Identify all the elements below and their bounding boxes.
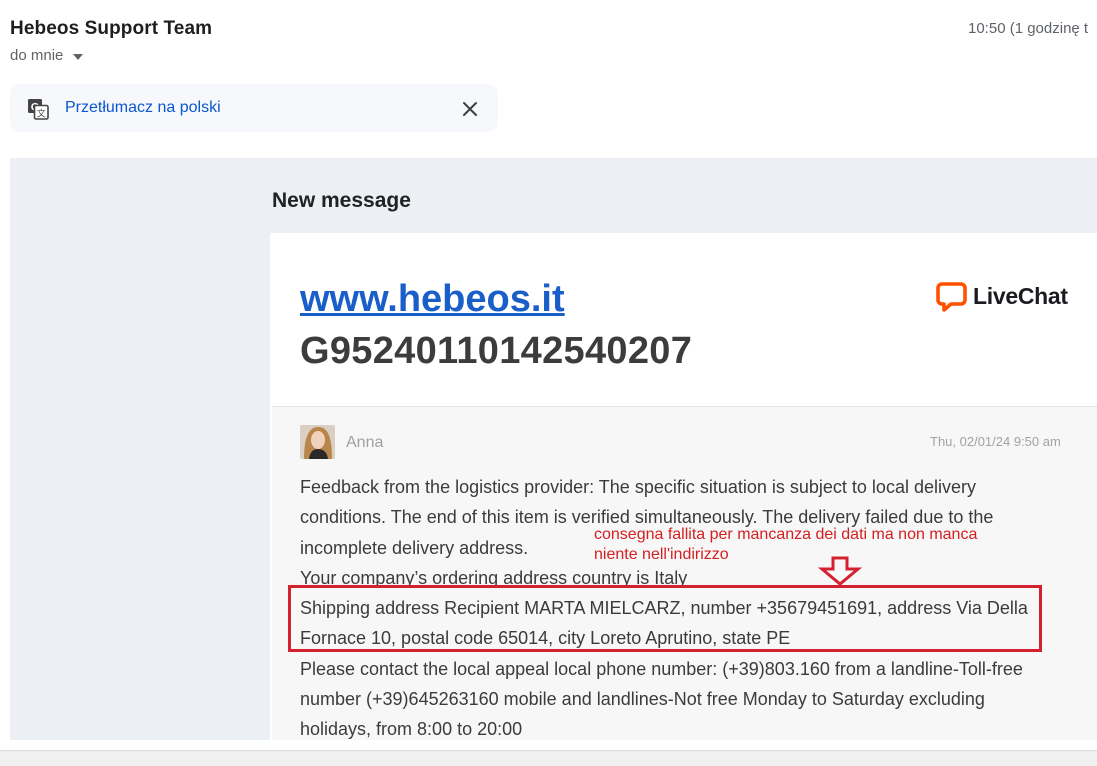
recipient-dropdown[interactable]: do mnie [10,47,84,64]
svg-text:文: 文 [37,108,46,120]
recipient-label: do mnie [10,47,64,64]
message-heading: New message [272,189,411,212]
translate-icon: G 文 [28,99,49,120]
email-timestamp: 10:50 (1 godzinę t [968,20,1089,37]
site-link[interactable]: www.hebeos.it [300,278,565,321]
chat-timestamp: Thu, 02/01/24 9:50 am [930,434,1061,449]
close-icon[interactable] [459,98,481,120]
avatar [300,425,335,459]
chevron-down-icon[interactable] [73,53,84,60]
livechat-wordmark: LiveChat [973,283,1068,309]
ticket-id: G95240110142540207 [300,330,693,372]
arrow-down-icon [817,556,863,586]
annotation-text: consegna fallita per mancanza dei dati m… [594,526,978,563]
paragraph-contact: Please contact the local appeal local ph… [300,658,1023,740]
bottom-strip [0,750,1097,766]
livechat-logo: LiveChat [936,281,1068,312]
agent-name: Anna [346,434,384,451]
translate-link[interactable]: Przetłumacz na polski [65,99,221,117]
sender-name[interactable]: Hebeos Support Team [10,18,212,40]
highlight-box [288,585,1042,652]
translate-bar: G 文 Przetłumacz na polski [10,84,498,132]
chat-bubble-icon [936,282,967,312]
